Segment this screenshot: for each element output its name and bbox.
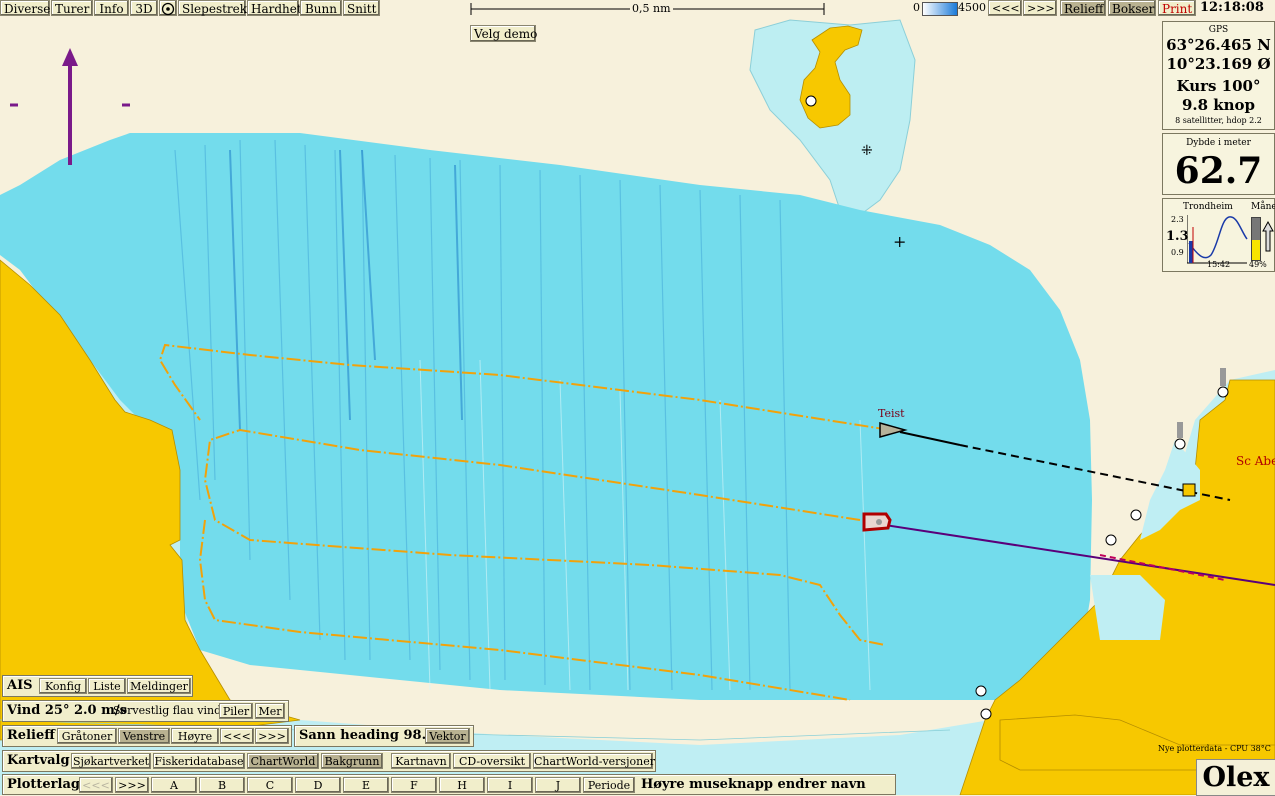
tide-max: 2.3: [1171, 215, 1184, 224]
chart-fiskeridatabase-button[interactable]: Fiskeridatabase: [153, 753, 245, 769]
wind-title: Vind 25° 2.0 m/s: [7, 703, 127, 718]
relief-next-button[interactable]: >>>: [255, 728, 289, 744]
menu-3d[interactable]: 3D: [130, 0, 158, 16]
chart-select-bar: Kartvalg Sjøkartverket Fiskeridatabase C…: [2, 750, 656, 772]
wind-bar: Vind 25° 2.0 m/s Sørvestlig flau vind Pi…: [2, 700, 289, 722]
menu-diverse[interactable]: Diverse: [0, 0, 50, 16]
relief-hoyre-button[interactable]: Høyre: [171, 728, 219, 744]
depth-min-label: 0: [913, 1, 920, 14]
plot-hint: Høyre museknapp endrer navn: [641, 777, 866, 792]
velg-demo-button[interactable]: Velg demo: [470, 25, 537, 42]
moon-percent: 49%: [1249, 260, 1267, 269]
menu-info[interactable]: Info: [94, 0, 129, 16]
tide-time: 15:42: [1207, 260, 1231, 269]
ais-bar: AIS Konfig Liste Meldinger: [2, 675, 193, 697]
plot-prev-button[interactable]: <<<: [79, 777, 113, 793]
tide-place: Trondheim: [1183, 202, 1233, 212]
tide-curve-icon: [1187, 215, 1248, 264]
vessel-name-label[interactable]: Teist: [878, 407, 905, 420]
layer-h-button[interactable]: H: [439, 777, 485, 793]
ais-konfig-button[interactable]: Konfig: [39, 678, 87, 694]
layer-e-button[interactable]: E: [343, 777, 389, 793]
heading-bar: Sann heading 98.8° Vektor: [294, 725, 474, 747]
relief-bar: Relieff Gråtoner Venstre Høyre <<< >>>: [2, 725, 292, 747]
relieff-button[interactable]: Relieff: [1060, 0, 1106, 16]
place-name-label: Sc Abel: [1236, 454, 1275, 468]
gps-panel: GPS 63°26.465 N 10°23.169 Ø Kurs 100° 9.…: [1162, 21, 1275, 130]
clock: 12:18:08: [1200, 0, 1264, 15]
layer-i-button[interactable]: I: [487, 777, 533, 793]
chart-kartnavn-button[interactable]: Kartnavn: [391, 753, 451, 769]
ais-liste-button[interactable]: Liste: [88, 678, 126, 694]
menu-turer[interactable]: Turer: [51, 0, 93, 16]
arrow-up-icon: [1262, 221, 1274, 252]
olex-logo: Olex: [1196, 759, 1275, 796]
layer-j-button[interactable]: J: [535, 777, 581, 793]
relief-gratoner-button[interactable]: Gråtoner: [57, 728, 117, 744]
menu-bunn[interactable]: Bunn: [300, 0, 342, 16]
layer-b-button[interactable]: B: [199, 777, 245, 793]
scale-label: 0,5 nm: [630, 2, 673, 15]
moon-label: Måne: [1251, 202, 1275, 212]
depth-next-button[interactable]: >>>: [1023, 0, 1057, 16]
depth-prev-button[interactable]: <<<: [988, 0, 1022, 16]
ais-title: AIS: [7, 678, 33, 693]
speed-value: 9.8 knop: [1181, 96, 1256, 114]
menu-hardhet[interactable]: Hardhet: [247, 0, 302, 16]
print-button[interactable]: Print: [1158, 0, 1196, 16]
plot-layer-title: Plotterlag: [7, 777, 80, 792]
chart-bakgrunn-button[interactable]: Bakgrunn: [321, 753, 383, 769]
tide-current: 1.3: [1166, 229, 1189, 244]
chart-select-title: Kartvalg: [7, 753, 70, 768]
tide-min: 0.9: [1171, 248, 1184, 257]
chart-cd-oversikt-button[interactable]: CD-oversikt: [453, 753, 531, 769]
gps-latitude: 63°26.465 N: [1166, 36, 1271, 54]
relief-title: Relieff: [7, 728, 55, 743]
plot-layer-bar: Plotterlag <<< >>> A B C D E F H I J Per…: [2, 774, 896, 795]
svg-text:⁜: ⁜: [861, 143, 873, 159]
layer-c-button[interactable]: C: [247, 777, 293, 793]
relief-venstre-button[interactable]: Venstre: [118, 728, 170, 744]
heading-title: Sann heading 98.8°: [299, 728, 442, 743]
wind-mer-button[interactable]: Mer: [255, 703, 285, 719]
ais-meldinger-button[interactable]: Meldinger: [127, 678, 191, 694]
tide-panel: Trondheim Måne 2.3 1.3 0.9 15:42 49%: [1162, 198, 1275, 272]
layer-a-button[interactable]: A: [151, 777, 197, 793]
svg-text:+: +: [893, 232, 906, 251]
layer-d-button[interactable]: D: [295, 777, 341, 793]
layer-f-button[interactable]: F: [391, 777, 437, 793]
course-value: Kurs 100°: [1176, 77, 1261, 95]
relief-prev-button[interactable]: <<<: [220, 728, 254, 744]
vektor-button[interactable]: Vektor: [425, 728, 470, 744]
depth-title: Dybde i meter: [1186, 138, 1251, 148]
chart-chartworld-button[interactable]: ChartWorld: [247, 753, 319, 769]
status-text: Nye plotterdata - CPU 38°C: [1158, 744, 1271, 753]
depth-panel: Dybde i meter 62.7: [1162, 133, 1275, 195]
wind-description: Sørvestlig flau vind: [113, 704, 222, 717]
depth-scale-gradient[interactable]: [922, 2, 958, 16]
satellite-info: 8 satellitter, hdop 2.2: [1175, 116, 1262, 125]
own-ship-icon[interactable]: [862, 512, 892, 532]
moon-gauge: [1251, 217, 1261, 261]
target-icon[interactable]: [159, 0, 177, 16]
depth-value: 62.7: [1174, 150, 1263, 192]
menu-snitt[interactable]: Snitt: [343, 0, 380, 16]
gps-title: GPS: [1208, 25, 1229, 35]
gps-longitude: 10°23.169 Ø: [1166, 55, 1271, 73]
wind-piler-button[interactable]: Piler: [219, 703, 253, 719]
chart-chartworld-versjoner-button[interactable]: ChartWorld-versjoner: [533, 753, 655, 769]
menu-slepestrek[interactable]: Slepestrek: [178, 0, 247, 16]
plot-next-button[interactable]: >>>: [115, 777, 149, 793]
chart-sjokartverket-button[interactable]: Sjøkartverket: [71, 753, 151, 769]
periode-button[interactable]: Periode: [583, 777, 635, 793]
bokser-button[interactable]: Bokser: [1108, 0, 1156, 16]
depth-max-label: 4500: [958, 1, 986, 14]
